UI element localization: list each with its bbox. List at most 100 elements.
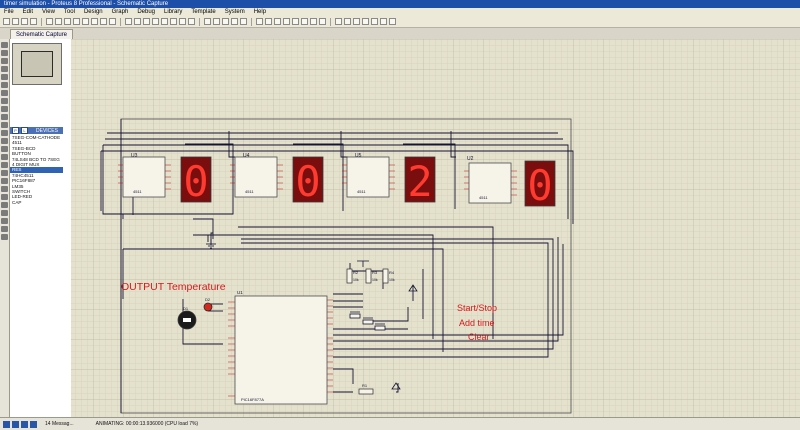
current-probe-icon[interactable] (1, 146, 8, 152)
messages-count[interactable]: 14 Messag... (45, 421, 74, 427)
menu-graph[interactable]: Graph (112, 8, 129, 16)
3d-view-icon[interactable] (73, 18, 80, 25)
menu-library[interactable]: Library (164, 8, 182, 16)
sensor-ref-label: D1 (183, 306, 189, 311)
decoder-ic-u3[interactable]: U3 4511 (122, 153, 166, 198)
step-icon[interactable] (12, 420, 19, 428)
block-move-icon[interactable] (265, 18, 272, 25)
window-title: timer simulation - Proteus 8 Professiona… (0, 0, 800, 8)
stop-icon[interactable] (30, 420, 37, 428)
zoom-out-icon[interactable] (170, 18, 177, 25)
zoom-all-icon[interactable] (179, 18, 186, 25)
ic-ref-label: U2 (467, 156, 474, 162)
symbol-icon[interactable] (1, 210, 8, 216)
source-code-icon[interactable] (100, 18, 107, 25)
decoder-ic-u5[interactable]: U5 4511 (346, 153, 390, 198)
refresh-icon[interactable] (125, 18, 132, 25)
pick-device-button[interactable]: P (12, 127, 19, 134)
property-assignment-icon[interactable] (353, 18, 360, 25)
marker-icon[interactable] (1, 218, 8, 224)
paste-icon[interactable] (240, 18, 247, 25)
text-script-icon[interactable] (1, 74, 8, 80)
library-manager-button[interactable]: L (21, 127, 28, 134)
decompose-icon[interactable] (319, 18, 326, 25)
schematic-canvas[interactable]: U3 4511 U4 4511 U5 4511 U2 4511 0 0 2 0 … (63, 39, 800, 417)
line-icon[interactable] (1, 162, 8, 168)
block-copy-icon[interactable] (256, 18, 263, 25)
decoder-ic-u2[interactable]: U2 4511 (467, 156, 512, 204)
arc-icon[interactable] (1, 186, 8, 192)
gerber-icon[interactable] (82, 18, 89, 25)
component-mode-icon[interactable] (1, 50, 8, 56)
menu-help[interactable]: Help (254, 8, 266, 16)
device-list-item[interactable]: CAP (10, 200, 63, 205)
schematic-icon[interactable] (55, 18, 62, 25)
search-icon[interactable] (344, 18, 351, 25)
menu-edit[interactable]: Edit (23, 8, 33, 16)
home-icon[interactable] (46, 18, 53, 25)
mirror-icon[interactable] (1, 234, 8, 240)
pick-device-icon[interactable] (292, 18, 299, 25)
junction-dot-icon[interactable] (1, 58, 8, 64)
start-stop-label: Start/Stop (457, 303, 497, 313)
remove-sheet-icon[interactable] (371, 18, 378, 25)
virtual-instruments-icon[interactable] (1, 154, 8, 160)
toolbar-separator (199, 17, 200, 26)
toolbar-separator (251, 17, 252, 26)
new-file-icon[interactable] (3, 18, 10, 25)
menu-tool[interactable]: Tool (64, 8, 75, 16)
resistor-ref-label: R4 (389, 270, 395, 275)
pan-icon[interactable] (152, 18, 159, 25)
menu-view[interactable]: View (42, 8, 55, 16)
overview-window[interactable] (12, 43, 62, 85)
bom-icon[interactable] (91, 18, 98, 25)
zoom-in-icon[interactable] (161, 18, 168, 25)
block-rotate-icon[interactable] (274, 18, 281, 25)
wire-autorouter-icon[interactable] (335, 18, 342, 25)
text-icon[interactable] (1, 202, 8, 208)
netlist-icon[interactable] (389, 18, 396, 25)
make-device-icon[interactable] (301, 18, 308, 25)
redo-icon[interactable] (213, 18, 220, 25)
generator-icon[interactable] (1, 130, 8, 136)
subcircuit-icon[interactable] (1, 90, 8, 96)
microcontroller-u1[interactable]: U1 PIC16F877A (234, 290, 328, 405)
rotate-icon[interactable] (1, 226, 8, 232)
play-icon[interactable] (3, 420, 10, 428)
resistor-value: 10k (353, 278, 359, 282)
terminals-icon[interactable] (1, 98, 8, 104)
zoom-area-icon[interactable] (188, 18, 195, 25)
help-icon[interactable] (109, 18, 116, 25)
add-time-label: Add time (459, 318, 495, 328)
copy-icon[interactable] (231, 18, 238, 25)
selection-mode-icon[interactable] (1, 42, 8, 48)
close-icon[interactable] (30, 18, 37, 25)
decoder-ic-u4[interactable]: U4 4511 (234, 153, 278, 198)
menu-debug[interactable]: Debug (137, 8, 155, 16)
packaging-icon[interactable] (310, 18, 317, 25)
menu-template[interactable]: Template (191, 8, 215, 16)
circle-icon[interactable] (1, 178, 8, 184)
pcb-icon[interactable] (64, 18, 71, 25)
menu-file[interactable]: File (4, 8, 14, 16)
menu-system[interactable]: System (225, 8, 245, 16)
new-sheet-icon[interactable] (362, 18, 369, 25)
graph-icon[interactable] (1, 114, 8, 120)
grid-icon[interactable] (134, 18, 141, 25)
open-file-icon[interactable] (12, 18, 19, 25)
voltage-probe-icon[interactable] (1, 138, 8, 144)
box-icon[interactable] (1, 170, 8, 176)
cut-icon[interactable] (222, 18, 229, 25)
menu-design[interactable]: Design (84, 8, 103, 16)
pause-icon[interactable] (21, 420, 28, 428)
block-delete-icon[interactable] (283, 18, 290, 25)
save-icon[interactable] (21, 18, 28, 25)
exit-sheet-icon[interactable] (380, 18, 387, 25)
tape-recorder-icon[interactable] (1, 122, 8, 128)
wire-label-icon[interactable] (1, 66, 8, 72)
origin-icon[interactable] (143, 18, 150, 25)
buses-icon[interactable] (1, 82, 8, 88)
undo-icon[interactable] (204, 18, 211, 25)
device-pins-icon[interactable] (1, 106, 8, 112)
path-icon[interactable] (1, 194, 8, 200)
